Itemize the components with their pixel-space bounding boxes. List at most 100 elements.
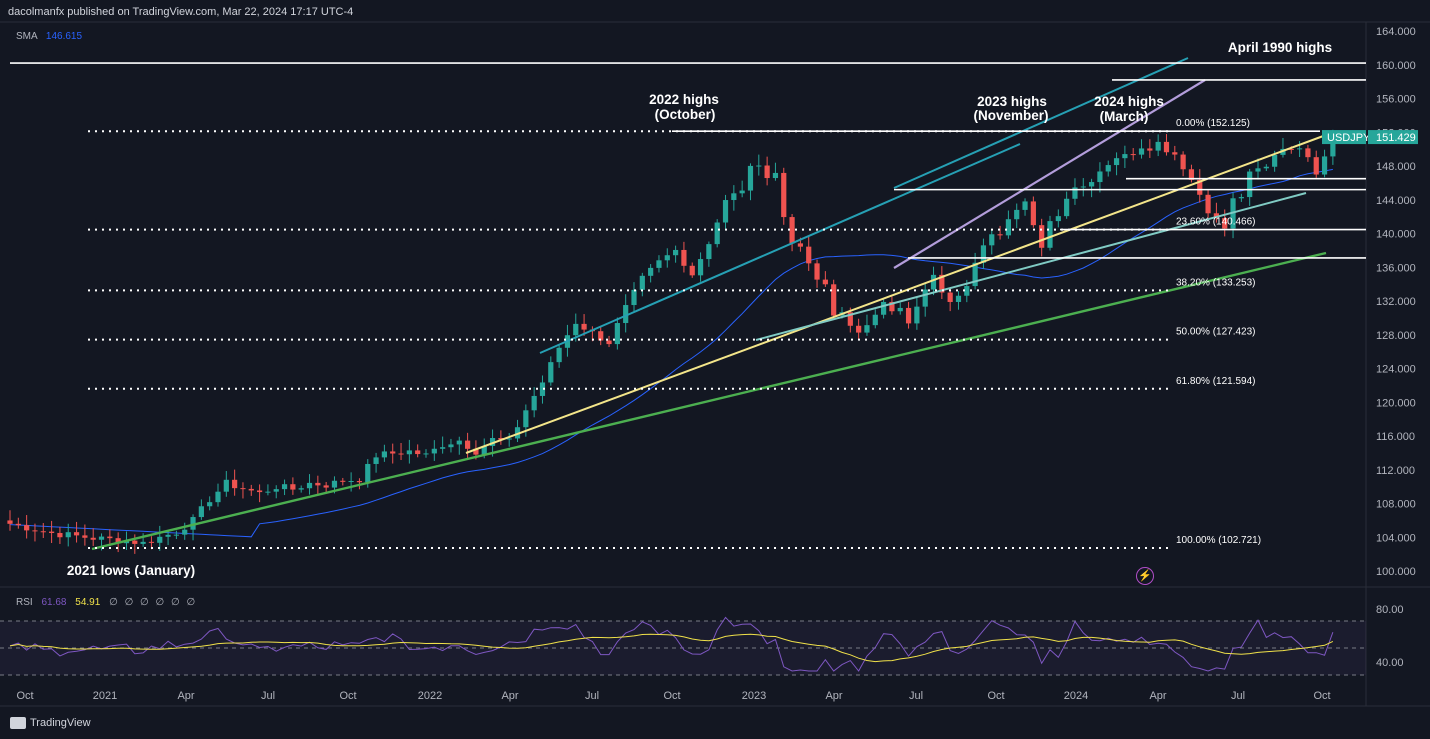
candle [1147, 139, 1153, 158]
candle-body [656, 260, 662, 268]
candle [49, 520, 55, 543]
x-tick-label: Jul [909, 690, 923, 702]
y-axis: 164.000160.000156.000152.000148.000144.0… [1376, 26, 1416, 578]
candle-body [1255, 168, 1261, 172]
candle [531, 387, 537, 418]
candle-body [1047, 221, 1053, 248]
candle [82, 524, 88, 546]
candle [1030, 196, 1036, 228]
candle-body [1089, 182, 1095, 187]
candle [939, 266, 945, 300]
candle [1188, 164, 1195, 183]
candle-body [706, 244, 712, 260]
fib-label: 23.60% (140.466) [1176, 217, 1256, 228]
candle [739, 180, 745, 198]
candle [681, 241, 687, 273]
candle-body [897, 307, 903, 312]
candle-body [1080, 186, 1086, 188]
candle [556, 344, 562, 368]
candle-body [40, 531, 46, 533]
candle-body [947, 292, 953, 302]
x-tick-label: Apr [825, 690, 842, 702]
y-tick-label: 160.000 [1376, 60, 1416, 72]
y-tick-label: 104.000 [1376, 532, 1416, 544]
x-tick-label: 2022 [418, 690, 442, 702]
y-tick-label: 148.000 [1376, 161, 1416, 173]
candle [431, 440, 437, 461]
candle-body [232, 479, 238, 489]
y-tick-label: 108.000 [1376, 499, 1416, 511]
candle [40, 523, 46, 539]
candle [822, 271, 828, 287]
candle [506, 433, 512, 447]
candle-body [1172, 152, 1178, 155]
candle [1105, 160, 1111, 177]
annotation-label: 2022 highs [649, 92, 719, 107]
candle-body [697, 259, 704, 276]
candle [764, 156, 770, 186]
fibonacci-levels: 0.00% (152.125) 23.60% (140.466) 38.20% (1… [88, 118, 1261, 550]
symbol-tag-label: USDJPY [1327, 132, 1371, 144]
candle-body [1005, 219, 1011, 236]
candle [381, 444, 387, 462]
candle-body [323, 485, 329, 488]
candle-body [1147, 148, 1153, 151]
candle [980, 238, 987, 269]
candle-body [548, 362, 554, 383]
candle-body [1030, 201, 1036, 226]
candle [623, 294, 629, 333]
candle [673, 245, 679, 263]
candle-body [15, 523, 21, 526]
candle-body [1313, 157, 1319, 175]
candle-body [107, 536, 113, 539]
x-tick-label: Jul [261, 690, 275, 702]
candle-body [789, 217, 795, 244]
annotation-label: 2024 highs [1094, 94, 1164, 109]
price-chart[interactable]: 164.000160.000156.000152.000148.000144.0… [0, 0, 1430, 739]
candle [207, 496, 213, 511]
candle [248, 484, 254, 496]
candle [706, 241, 712, 267]
y-tick-label: 164.000 [1376, 26, 1416, 38]
candle-body [930, 274, 937, 290]
candle [598, 325, 604, 346]
candle [856, 318, 862, 340]
candle-body [831, 284, 837, 316]
candle [714, 219, 720, 248]
candle-body [1014, 209, 1020, 220]
candle-body [49, 531, 55, 533]
candle [1280, 137, 1286, 158]
candle [15, 517, 21, 529]
candle-body [1055, 216, 1061, 222]
candle-body [465, 440, 471, 449]
candle-body [373, 457, 379, 464]
y-tick-label: 124.000 [1376, 364, 1416, 376]
candle [1305, 144, 1311, 162]
candle [1230, 192, 1236, 239]
candle [90, 528, 96, 546]
candle [689, 262, 695, 278]
candle-body [664, 255, 670, 261]
candle [1172, 145, 1178, 161]
candle-body [1205, 194, 1211, 214]
candle [864, 314, 870, 336]
candle [73, 521, 80, 543]
candle [831, 279, 837, 320]
rsi-tick-label: 40.00 [1376, 657, 1404, 669]
candle-body [631, 289, 637, 306]
candle [664, 248, 670, 268]
candle-body [331, 480, 338, 488]
candle-body [315, 482, 321, 486]
fib-label: 100.00% (102.721) [1176, 535, 1261, 546]
candle [190, 514, 196, 541]
candle-body [747, 165, 754, 191]
candle [390, 443, 396, 464]
candle [789, 214, 795, 252]
candle [814, 259, 820, 288]
candle [1014, 203, 1020, 229]
annotation-label: 2021 lows (January) [67, 563, 195, 578]
candle [514, 419, 521, 443]
candle-body [1130, 154, 1136, 156]
annotation-label: April 1990 highs [1228, 40, 1332, 55]
candle-body [1105, 165, 1111, 172]
